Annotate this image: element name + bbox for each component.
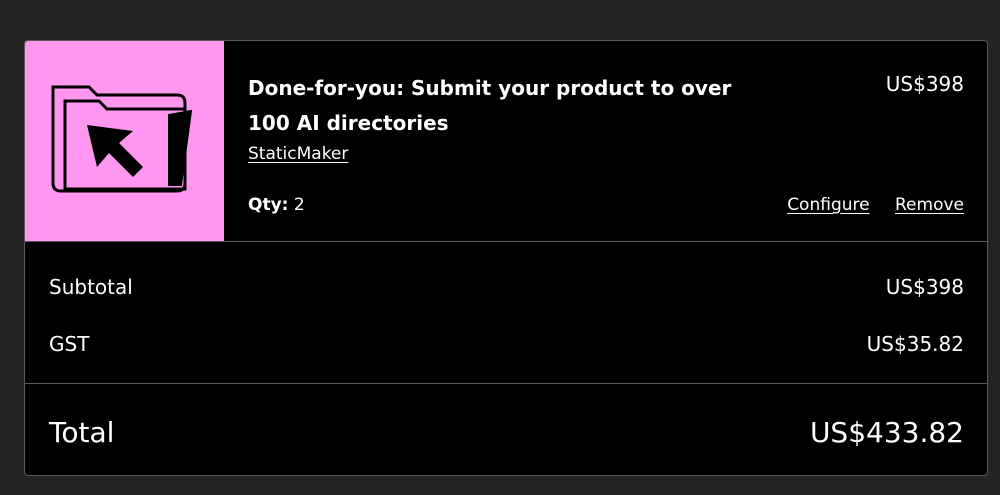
total-value: US$433.82: [809, 416, 964, 449]
product-title: Done-for-you: Submit your product to ove…: [248, 76, 732, 135]
quantity-label: Qty:: [248, 195, 289, 215]
quantity: Qty: 2: [248, 195, 305, 215]
tax-row: GST US$35.82: [49, 331, 964, 357]
cart-item: Done-for-you: Submit your product to ove…: [25, 41, 987, 242]
cart-card: Done-for-you: Submit your product to ove…: [24, 40, 988, 476]
subtotal-value: US$398: [885, 275, 964, 299]
tax-value: US$35.82: [866, 332, 964, 356]
subtotal-label: Subtotal: [49, 275, 133, 299]
tax-label: GST: [49, 332, 90, 356]
item-price: US$398: [885, 72, 964, 96]
subtotal-row: Subtotal US$398: [49, 274, 964, 300]
folder-cursor-icon: [51, 85, 193, 193]
order-summary: Subtotal US$398 GST US$35.82: [25, 242, 987, 384]
configure-link[interactable]: Configure: [787, 195, 869, 215]
product-thumbnail: [25, 41, 225, 241]
total-label: Total: [49, 416, 115, 449]
item-actions: Configure Remove: [767, 195, 964, 215]
seller-link[interactable]: StaticMaker: [248, 144, 348, 164]
quantity-value: 2: [293, 195, 305, 215]
total-row: Total US$433.82: [49, 415, 964, 451]
remove-link[interactable]: Remove: [895, 195, 964, 215]
